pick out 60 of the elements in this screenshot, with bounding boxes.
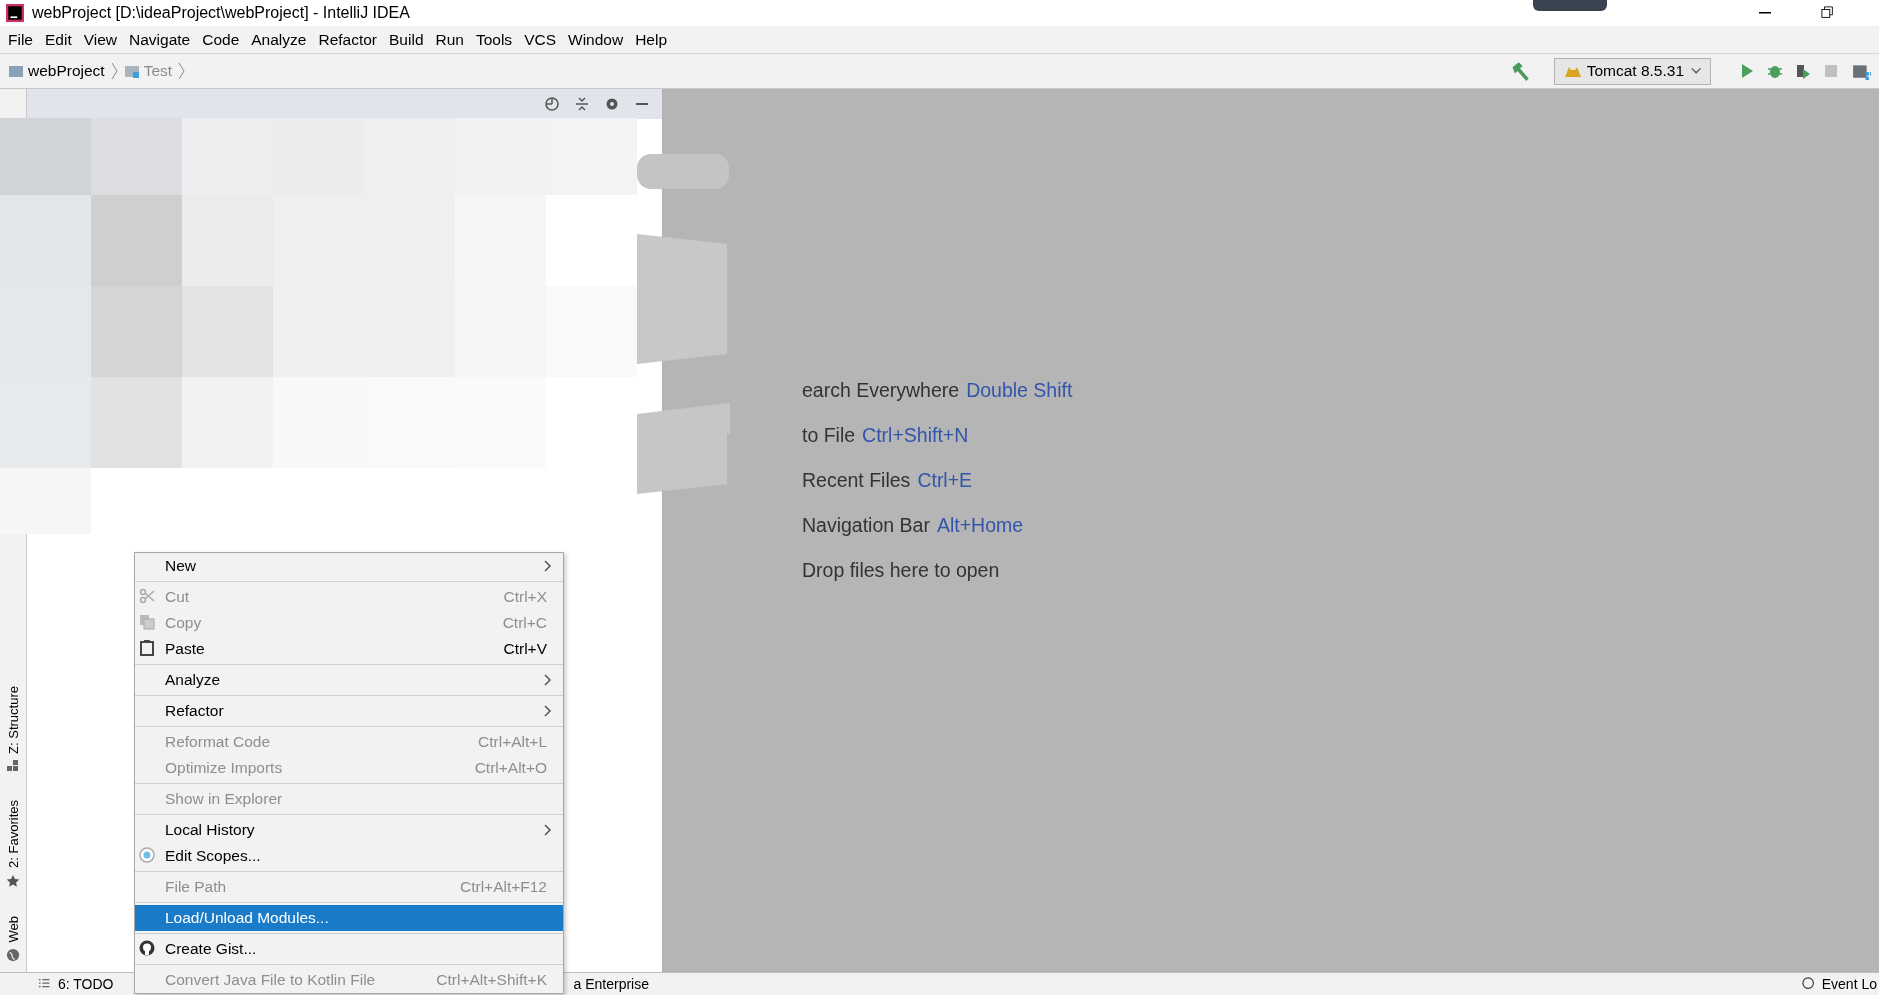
settings-icon[interactable] (604, 96, 620, 112)
menu-item[interactable]: Build (383, 27, 430, 52)
breadcrumb[interactable]: webProject (8, 62, 105, 80)
menu-item[interactable]: Refactor (312, 27, 384, 52)
welcome-hint: Navigation Bar (802, 514, 930, 537)
status-tab[interactable]: 6: TODO (38, 976, 114, 992)
structure-icon (7, 759, 19, 772)
minimize-icon (1759, 12, 1771, 14)
event-log-button[interactable]: Event Lo (1801, 976, 1877, 992)
menu-item[interactable]: File (2, 27, 39, 52)
scissors-icon (139, 588, 155, 604)
menu-item[interactable]: Edit (39, 27, 78, 52)
welcome-hint: earch Everywhere (802, 379, 960, 402)
shortcut-text: Double Shift (966, 379, 1073, 402)
status-tab[interactable]: a Enterprise (573, 976, 649, 992)
context-menu-item[interactable]: Paste Ctrl+V (135, 636, 563, 662)
run-config-dropdown[interactable]: Tomcat 8.5.31 (1553, 57, 1711, 85)
chevron-right-icon (110, 62, 118, 80)
menu-item[interactable]: Navigate (123, 27, 197, 52)
project-structure-icon[interactable] (1851, 62, 1871, 80)
globe-icon (6, 948, 20, 962)
restore-icon (1821, 6, 1835, 20)
shortcut-text: Alt+Home (936, 514, 1024, 537)
context-menu-item[interactable]: Load/Unload Modules... (135, 905, 563, 931)
context-menu-item[interactable]: Local History (135, 817, 563, 843)
context-menu-item[interactable]: New (135, 553, 563, 579)
context-menu-item[interactable]: Create Gist... (135, 936, 563, 962)
menu-item[interactable]: Tools (469, 27, 519, 52)
bug-icon[interactable] (1767, 63, 1783, 79)
shortcut-text: Ctrl+E (917, 469, 973, 492)
clipboard-icon (139, 640, 155, 656)
menu-item[interactable]: Code (196, 27, 246, 52)
context-menu-item[interactable]: Analyze (135, 667, 563, 693)
coverage-icon[interactable] (1795, 63, 1811, 79)
context-menu-item[interactable]: Edit Scopes... (135, 843, 563, 869)
tool-window-tab[interactable]: Web (5, 915, 21, 942)
tool-window-tab[interactable]: Z: Structure (5, 685, 21, 754)
folder-icon (123, 63, 140, 79)
menu-item[interactable]: Help (629, 27, 674, 52)
welcome-hint: to File (802, 424, 856, 447)
chevron-right-icon (178, 62, 186, 80)
star-icon (6, 873, 20, 888)
tool-window-tab[interactable]: 2: Favorites (5, 799, 21, 868)
menu-item[interactable]: VCS (518, 27, 562, 52)
folder-icon (8, 63, 24, 79)
context-menu-item[interactable]: Refactor (135, 698, 563, 724)
menu-item[interactable]: Analyze (245, 27, 313, 52)
run-icon[interactable] (1739, 63, 1755, 79)
collapse-icon[interactable] (574, 96, 590, 112)
menu-item[interactable]: View (77, 27, 124, 52)
radio-icon (139, 847, 155, 863)
welcome-hint: Recent Files (802, 469, 911, 492)
menu-item[interactable]: Run (429, 27, 470, 52)
shortcut-text: Ctrl+Shift+N (862, 424, 969, 447)
app-logo-icon (6, 4, 24, 22)
menu-item[interactable]: Window (562, 27, 630, 52)
welcome-hint: Drop files here to open (802, 559, 1000, 582)
crosshair-icon[interactable] (544, 96, 560, 112)
window-title: webProject [D:\ideaProject\webProject] - IntelliJ IDEA (32, 4, 410, 22)
copy-icon (139, 614, 155, 630)
